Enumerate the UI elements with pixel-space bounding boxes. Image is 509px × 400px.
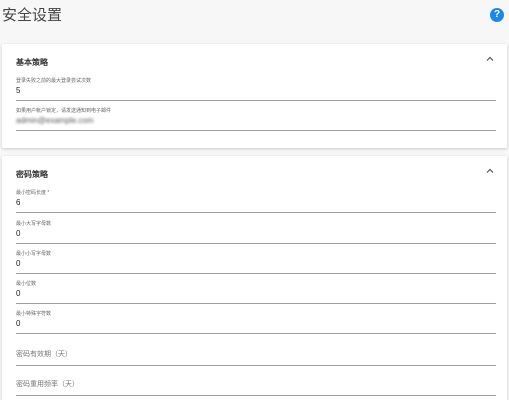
page-title: 安全设置 — [2, 7, 63, 24]
field-placeholder[interactable]: 密码有效期（天） — [16, 349, 72, 359]
field-label: 如果用户帐户锁定，请发送通知到电子邮件 — [16, 108, 112, 114]
password-policy-card: 密码策略 最小密码长度 * 6 最小大写字母数 0 最小小写字母数 0 最小位数… — [2, 156, 507, 400]
min-special-chars-field[interactable]: 最小特殊字符数 0 — [16, 310, 496, 334]
chevron-up-icon[interactable] — [485, 54, 495, 64]
max-login-attempts-field[interactable]: 登录失败之前的最大登录尝试次数 5 — [16, 77, 496, 101]
field-label: 登录失败之前的最大登录尝试次数 — [16, 78, 92, 84]
field-value[interactable]: 0 — [16, 259, 20, 268]
field-label: 最小密码长度 * — [16, 190, 50, 196]
min-password-length-field[interactable]: 最小密码长度 * 6 — [16, 189, 496, 213]
chevron-up-icon[interactable] — [485, 166, 495, 176]
field-value[interactable]: 0 — [16, 229, 20, 238]
min-digits-field[interactable]: 最小位数 0 — [16, 280, 496, 304]
field-value[interactable]: 0 — [16, 319, 20, 328]
field-label: 最小小写字母数 — [16, 251, 52, 257]
field-value[interactable]: 5 — [16, 86, 20, 95]
password-policy-title: 密码策略 — [16, 170, 48, 179]
field-label: 最小大写字母数 — [16, 221, 52, 227]
field-value[interactable]: 0 — [16, 289, 20, 298]
field-label: 最小特殊字符数 — [16, 311, 52, 317]
field-value[interactable]: 6 — [16, 198, 20, 207]
lockout-notify-email-field[interactable]: 如果用户帐户锁定，请发送通知到电子邮件 admin@example.com — [16, 107, 496, 131]
min-lowercase-field[interactable]: 最小小写字母数 0 — [16, 250, 496, 274]
help-icon[interactable]: ? — [490, 8, 504, 22]
basic-policy-title: 基本策略 — [16, 58, 48, 67]
field-placeholder[interactable]: 密码重用频率（天） — [16, 379, 79, 389]
field-label: 最小位数 — [16, 281, 37, 287]
min-uppercase-field[interactable]: 最小大写字母数 0 — [16, 220, 496, 244]
basic-policy-card: 基本策略 登录失败之前的最大登录尝试次数 5 如果用户帐户锁定，请发送通知到电子… — [2, 44, 507, 148]
field-value[interactable]: admin@example.com — [16, 116, 93, 125]
password-expiry-days-field[interactable]: 密码有效期（天） — [16, 342, 496, 366]
password-reuse-days-field[interactable]: 密码重用频率（天） — [16, 372, 496, 396]
